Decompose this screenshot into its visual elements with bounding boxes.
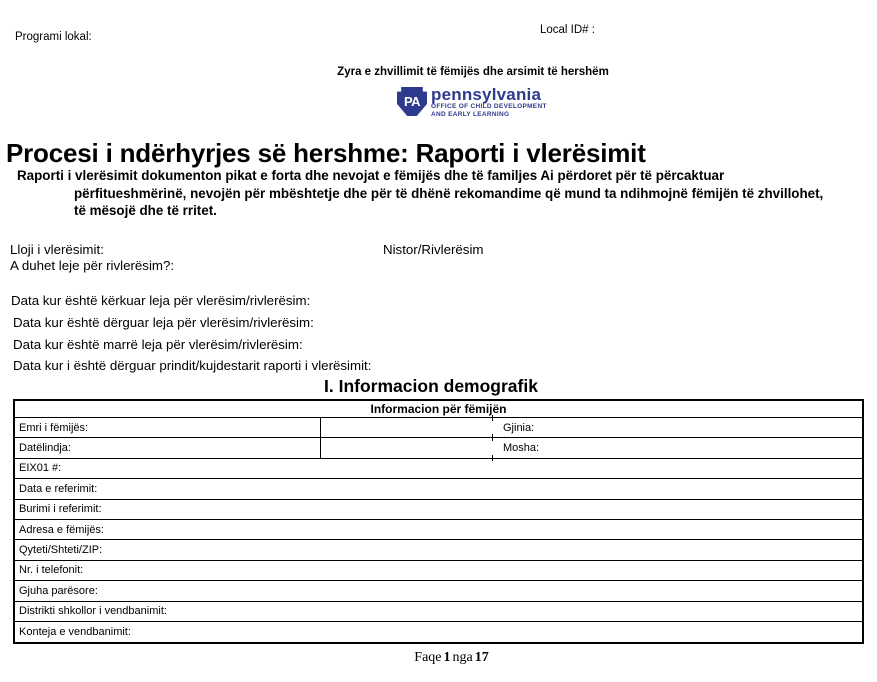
table-row: Data e referimit: (15, 479, 862, 499)
page-footer: Faqe1nga17 (0, 650, 877, 666)
footer-page-number: 1 (444, 650, 451, 665)
child-address-label: Adresa e fëmijës: (15, 524, 104, 536)
table-row: EIX01 #: (15, 459, 862, 479)
table-row: Burimi i referimit: (15, 500, 862, 520)
referral-source-label: Burimi i referimit: (15, 503, 102, 515)
reevaluation-permission-label: A duhet leje për rivlerësim?: (10, 258, 174, 273)
footer-of-word: nga (453, 650, 473, 665)
page-title: Procesi i ndërhyrjes së hershme: Raporti… (6, 138, 646, 169)
child-address-cell: Adresa e fëmijës: (15, 520, 862, 539)
logo-brand-text: pennsylvania (431, 87, 547, 103)
birthdate-cell: Datëlindja: (15, 438, 321, 457)
office-heading: Zyra e zhvillimit të fëmijës dhe arsimit… (69, 66, 877, 78)
date-permission-requested-label: Data kur është kërkuar leja për vlerësim… (11, 293, 310, 308)
cell-border-tick (492, 415, 493, 421)
county-cell: Konteja e vendbanimit: (15, 622, 862, 642)
section-title-demographic: I. Informacion demografik (0, 376, 862, 397)
gender-label: Gjinia: (492, 422, 534, 434)
cell-border-tick (492, 435, 493, 441)
primary-language-cell: Gjuha parësore: (15, 581, 862, 600)
table-row: Qyteti/Shteti/ZIP: (15, 540, 862, 560)
local-id-label: Local ID# : (540, 24, 595, 36)
table-row: Nr. i telefonit: (15, 561, 862, 581)
keystone-pa-text: PA (404, 94, 420, 109)
table-row: Distrikti shkollor i vendbanimit: (15, 602, 862, 622)
table-header: Informacion për fëmijën (15, 401, 862, 418)
eix01-label: EIX01 #: (15, 462, 61, 474)
footer-total-pages: 17 (475, 650, 489, 665)
pa-keystone-icon: PA (397, 87, 427, 116)
logo-text-block: pennsylvania OFFICE OF CHILD DEVELOPMENT… (431, 87, 547, 118)
local-program-label: Programi lokal: (15, 31, 92, 43)
school-district-cell: Distrikti shkollor i vendbanimit: (15, 602, 862, 621)
child-name-cell: Emri i fëmijës: (15, 418, 321, 437)
empty-cell (321, 418, 492, 437)
city-state-zip-cell: Qyteti/Shteti/ZIP: (15, 540, 862, 559)
county-label: Konteja e vendbanimit: (15, 626, 131, 638)
referral-source-cell: Burimi i referimit: (15, 500, 862, 519)
phone-cell: Nr. i telefonit: (15, 561, 862, 580)
evaluation-report-page: Programi lokal: Local ID# : Zyra e zhvil… (0, 0, 877, 682)
date-permission-sent-label: Data kur është dërguar leja për vlerësim… (13, 315, 314, 330)
referral-date-cell: Data e referimit: (15, 479, 862, 498)
birthdate-label: Datëlindja: (15, 442, 71, 454)
eix01-cell: EIX01 #: (15, 459, 862, 478)
ocdel-logo: PA pennsylvania OFFICE OF CHILD DEVELOPM… (397, 87, 547, 118)
footer-page-word: Faqe (414, 650, 441, 665)
evaluation-type-label: Lloji i vlerësimit: (10, 242, 104, 257)
logo-tagline-line1: OFFICE OF CHILD DEVELOPMENT (431, 103, 547, 111)
primary-language-label: Gjuha parësore: (15, 585, 98, 597)
intro-paragraph: Raporti i vlerësimit dokumenton pikat e … (17, 167, 834, 220)
phone-label: Nr. i telefonit: (15, 564, 83, 576)
table-row: Gjuha parësore: (15, 581, 862, 601)
date-permission-received-label: Data kur është marrë leja për vlerësim/r… (13, 337, 303, 352)
child-information-table: Informacion për fëmijën Emri i fëmijës: … (13, 399, 864, 644)
evaluation-type-value: Nistor/Rivlerësim (383, 242, 483, 257)
table-row: Adresa e fëmijës: (15, 520, 862, 540)
school-district-label: Distrikti shkollor i vendbanimit: (15, 605, 167, 617)
table-row: Konteja e vendbanimit: (15, 622, 862, 642)
empty-cell (321, 438, 492, 457)
referral-date-label: Data e referimit: (15, 483, 97, 495)
age-cell: Mosha: (492, 438, 862, 457)
table-row: Datëlindja: Mosha: (15, 438, 862, 458)
table-row: Emri i fëmijës: Gjinia: (15, 418, 862, 438)
date-report-sent-label: Data kur i është dërguar prindit/kujdest… (13, 358, 371, 373)
gender-cell: Gjinia: (492, 418, 862, 437)
logo-tagline-line2: AND EARLY LEARNING (431, 111, 547, 119)
child-name-label: Emri i fëmijës: (15, 422, 88, 434)
age-label: Mosha: (492, 442, 539, 454)
city-state-zip-label: Qyteti/Shteti/ZIP: (15, 544, 102, 556)
